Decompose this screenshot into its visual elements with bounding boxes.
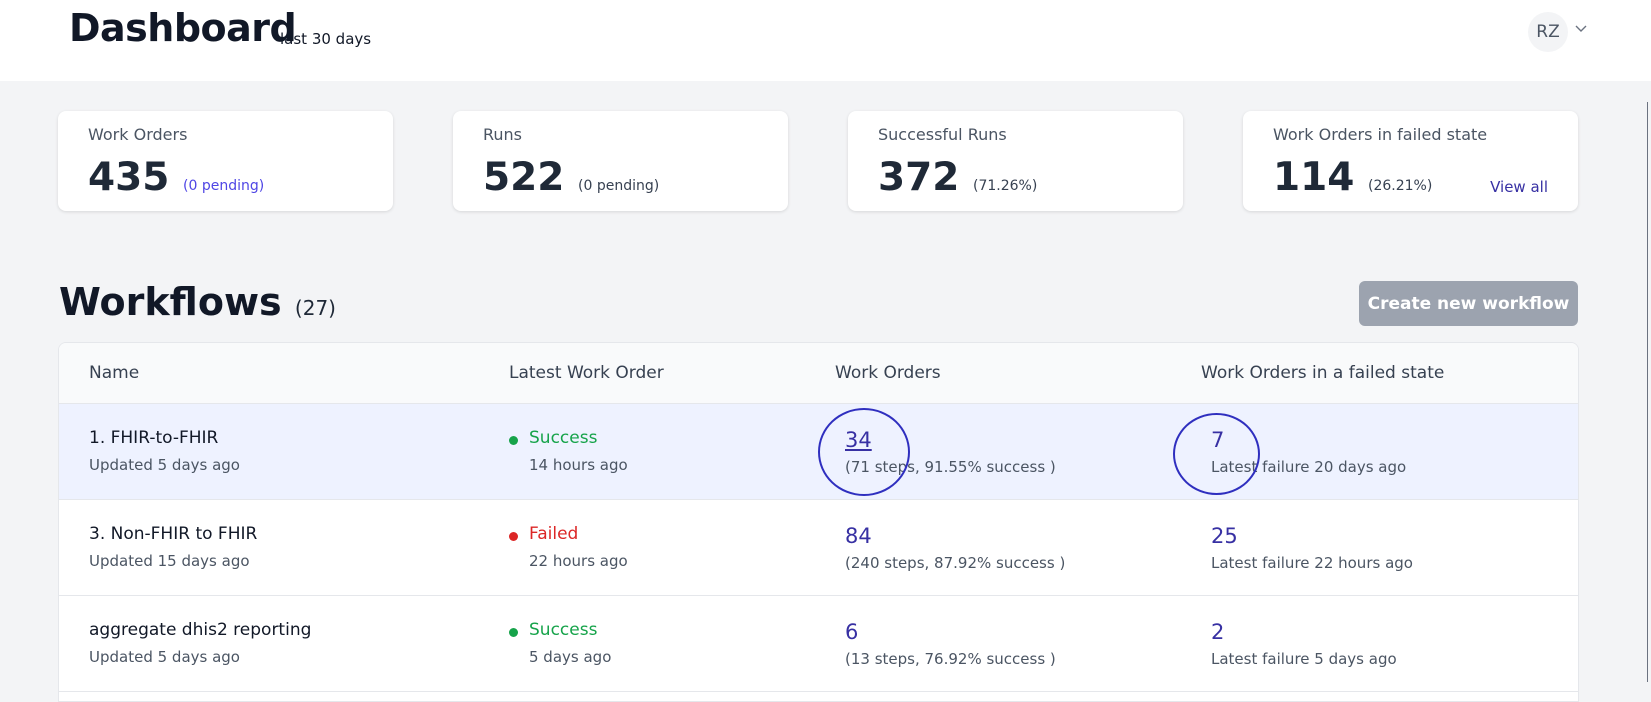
work-orders-count-link[interactable]: 6 [845,620,858,644]
work-orders-count-link[interactable]: 84 [845,524,872,548]
stat-card-runs: Runs 522 (0 pending) [453,111,788,211]
status-label: Success [529,620,598,640]
failed-count-link[interactable]: 7 [1211,428,1224,452]
status-dot-icon [509,532,518,541]
stat-label: Successful Runs [878,125,1007,144]
stat-extra: (71.26%) [973,178,1038,194]
workflow-updated: Updated 5 days ago [89,648,240,666]
stat-label: Work Orders [88,125,188,144]
workflows-heading: Workflows (27) [59,280,336,324]
column-header-work-orders: Work Orders [835,363,941,383]
column-header-name: Name [89,363,140,383]
status-time: 14 hours ago [529,456,628,474]
workflow-name[interactable]: 1. FHIR-to-FHIR [89,428,218,448]
page-subtitle: last 30 days [280,30,372,48]
create-workflow-button[interactable]: Create new workflow [1359,281,1578,326]
stat-card-successful-runs: Successful Runs 372 (71.26%) [848,111,1183,211]
work-orders-detail: (13 steps, 76.92% success ) [845,650,1056,668]
failed-count-link[interactable]: 2 [1211,620,1224,644]
top-header: Dashboard last 30 days RZ [0,0,1651,81]
work-orders-count-link[interactable]: 34 [845,428,872,452]
stat-card-failed-work-orders: Work Orders in failed state 114 (26.21%)… [1243,111,1578,211]
work-orders-detail: (71 steps, 91.55% success ) [845,458,1056,476]
user-avatar[interactable]: RZ [1528,12,1568,52]
stat-card-work-orders: Work Orders 435 (0 pending) [58,111,393,211]
table-row[interactable]: 3. Non-FHIR to FHIR Updated 15 days ago … [59,500,1578,596]
stat-value: 522 [483,155,565,200]
column-header-latest-work-order: Latest Work Order [509,363,664,383]
workflows-count: (27) [294,296,336,320]
failed-detail: Latest failure 22 hours ago [1211,554,1413,572]
stat-label: Work Orders in failed state [1273,125,1488,144]
failed-detail: Latest failure 5 days ago [1211,650,1397,668]
workflow-name[interactable]: 3. Non-FHIR to FHIR [89,524,257,544]
workflows-title: Workflows [59,280,282,324]
stat-value: 435 [88,155,170,200]
status-label: Success [529,428,598,448]
stat-extra: (0 pending) [578,178,660,194]
workflow-updated: Updated 5 days ago [89,456,240,474]
stat-value: 372 [878,155,960,200]
status-time: 22 hours ago [529,552,628,570]
table-row[interactable]: 1. FHIR-to-FHIR Updated 5 days ago Succe… [59,404,1578,500]
status-dot-icon [509,628,518,637]
table-header: Name Latest Work Order Work Orders Work … [59,343,1578,404]
workflow-updated: Updated 15 days ago [89,552,250,570]
stat-label: Runs [483,125,523,144]
status-dot-icon [509,436,518,445]
work-orders-detail: (240 steps, 87.92% success ) [845,554,1066,572]
stat-extra: (0 pending) [183,178,265,194]
avatar-initials: RZ [1536,22,1560,42]
view-all-link[interactable]: View all [1490,178,1548,196]
stat-extra: (26.21%) [1368,178,1433,194]
failed-count-link[interactable]: 25 [1211,524,1238,548]
table-row[interactable]: aggregate dhis2 reporting Updated 5 days… [59,596,1578,692]
stat-value: 114 [1273,155,1355,200]
workflows-table: Name Latest Work Order Work Orders Work … [58,342,1579,702]
status-label: Failed [529,524,579,544]
column-header-failed: Work Orders in a failed state [1201,363,1445,383]
status-time: 5 days ago [529,648,612,666]
failed-detail: Latest failure 20 days ago [1211,458,1407,476]
page-title: Dashboard [69,6,297,50]
workflow-name[interactable]: aggregate dhis2 reporting [89,620,311,640]
scrollbar[interactable] [1647,102,1648,682]
chevron-down-icon[interactable] [1574,22,1588,36]
